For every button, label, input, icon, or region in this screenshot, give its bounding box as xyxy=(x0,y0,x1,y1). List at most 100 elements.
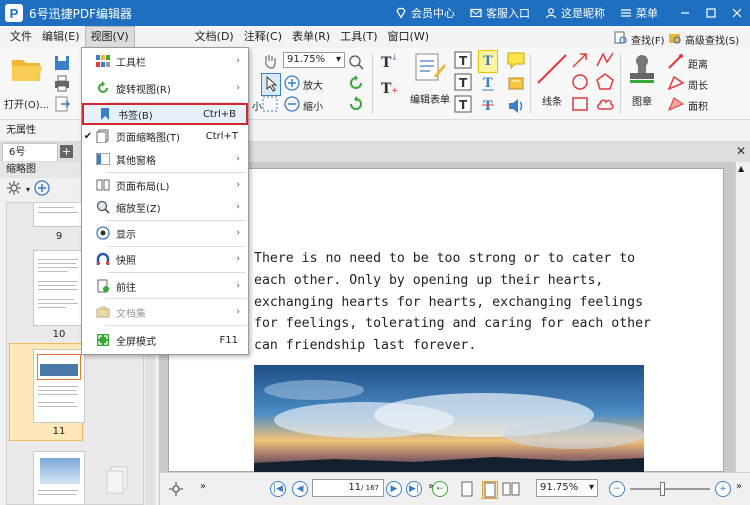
open-button[interactable]: 打开(O)... xyxy=(4,54,49,111)
rotate-left-icon[interactable] xyxy=(348,75,364,94)
polyline-shape-icon[interactable] xyxy=(595,50,615,73)
double-chevron-icon[interactable]: » xyxy=(200,481,206,492)
view-menu-rotate[interactable]: 旋转视图(R) › xyxy=(82,77,248,99)
menu-form[interactable]: 表单(R) xyxy=(287,26,335,48)
menu-item-label: 其他窗格 xyxy=(116,155,156,167)
new-tab-button[interactable]: + xyxy=(60,145,73,158)
distance-button[interactable]: 距离 xyxy=(667,54,708,73)
close-tab-icon[interactable]: ✕ xyxy=(736,144,746,158)
text-field-3-icon[interactable]: T xyxy=(453,94,473,117)
double-chevron-3-icon[interactable]: » xyxy=(736,481,742,492)
main-menu-link[interactable]: 菜单 xyxy=(619,5,658,21)
attach-icon[interactable] xyxy=(506,74,526,97)
text-tool-icon[interactable]: T ↓ xyxy=(378,52,400,75)
zoom-select-icon[interactable] xyxy=(261,95,279,116)
status-zoom-select[interactable]: 91.75% ▾ xyxy=(536,479,598,497)
facing-view-icon[interactable] xyxy=(502,481,520,497)
close-button[interactable] xyxy=(724,0,750,26)
area-button[interactable]: 面积 xyxy=(667,96,708,115)
rotate-right-icon[interactable] xyxy=(348,96,364,115)
chevron-down-icon[interactable]: ▾ xyxy=(26,185,30,194)
arrow-shape-icon[interactable] xyxy=(570,50,590,73)
zoom-slider-thumb[interactable] xyxy=(660,482,665,496)
pdf-page[interactable]: There is no need to be too strong or to … xyxy=(168,168,724,473)
hand-tool-icon[interactable] xyxy=(261,52,279,73)
view-menu-display[interactable]: 显示 › xyxy=(82,222,248,244)
page-number-input[interactable]: 11/ 167 xyxy=(312,479,384,497)
snapshot-icon[interactable] xyxy=(348,54,364,73)
last-page-button[interactable]: ▶| xyxy=(406,481,422,497)
highlight-text-icon[interactable]: T xyxy=(478,50,498,73)
menu-document[interactable]: 文档(D) xyxy=(190,26,239,48)
document-tab[interactable]: 6号 xyxy=(2,143,58,161)
text-field-2-icon[interactable]: T xyxy=(453,72,473,95)
underline-text-icon[interactable]: T xyxy=(479,74,497,95)
menu-file[interactable]: 文件 xyxy=(5,26,37,48)
service-link[interactable]: 客服入口 xyxy=(469,5,530,21)
thumbnail-page-selected[interactable] xyxy=(33,349,85,423)
next-page-button[interactable]: ▶ xyxy=(386,481,402,497)
view-menu-snapshot[interactable]: 快照 › xyxy=(82,248,248,270)
edit-form-button[interactable]: 编辑表单 xyxy=(410,52,450,106)
stamp-button[interactable]: 图章 xyxy=(625,52,659,108)
continuous-view-icon[interactable] xyxy=(482,481,498,499)
thumbnail-zoom-in-icon[interactable] xyxy=(34,179,50,199)
thumbnail-page[interactable] xyxy=(33,203,85,227)
prev-page-button[interactable]: ◀ xyxy=(292,481,308,497)
print-icon[interactable] xyxy=(53,74,71,95)
lines-button[interactable]: 线条 xyxy=(535,52,569,108)
circle-shape-icon[interactable] xyxy=(570,72,590,95)
member-center-link[interactable]: 会员中心 xyxy=(394,5,455,21)
advanced-find-button[interactable]: 高级查找(S) xyxy=(668,31,739,48)
sound-icon[interactable] xyxy=(506,96,526,119)
status-zoom-in-button[interactable]: + xyxy=(715,481,731,497)
menu-tools[interactable]: 工具(T) xyxy=(335,26,382,48)
view-menu-zoom-to[interactable]: 缩放至(Z) › xyxy=(82,196,248,218)
export-icon[interactable] xyxy=(53,95,71,116)
thumbnail-page[interactable] xyxy=(33,250,85,326)
view-menu-toolbar[interactable]: 工具栏 › xyxy=(82,50,248,72)
zoom-select[interactable]: 91.75% ▾ xyxy=(283,52,345,68)
back-button[interactable]: ← xyxy=(432,481,448,497)
find-button[interactable]: 查找(F) xyxy=(614,31,665,48)
view-menu-bookmark[interactable]: 书签(B) Ctrl+B xyxy=(82,103,248,125)
view-menu-page-thumbnails[interactable]: ✔ 页面缩略图(T) Ctrl+T xyxy=(82,125,248,147)
text-field-icon[interactable]: T xyxy=(453,50,473,73)
user-link[interactable]: 这是昵称 xyxy=(544,5,605,21)
thumbnail-page[interactable] xyxy=(33,451,85,504)
zoom-in-button[interactable]: 放大 xyxy=(284,75,323,94)
menu-window[interactable]: 窗口(W) xyxy=(383,26,434,48)
select-tool-icon[interactable] xyxy=(261,73,281,96)
scroll-up-icon[interactable]: ▲ xyxy=(738,164,744,173)
status-zoom-out-button[interactable]: − xyxy=(609,481,625,497)
status-settings-icon[interactable] xyxy=(168,481,184,497)
rectangle-shape-icon[interactable] xyxy=(570,94,590,117)
single-page-view-icon[interactable] xyxy=(460,481,474,497)
pentagon-shape-icon[interactable] xyxy=(595,72,615,95)
document-scrollbar[interactable]: ▲ xyxy=(735,162,750,472)
strikeout-text-icon[interactable]: T xyxy=(479,96,497,117)
textbox-tool-icon[interactable]: T + xyxy=(378,78,400,101)
page-paragraph[interactable]: There is no need to be too strong or to … xyxy=(254,248,674,357)
view-menu-fullscreen[interactable]: 全屏模式 F11 xyxy=(82,329,248,351)
first-page-button[interactable]: |◀ xyxy=(270,481,286,497)
save-icon[interactable] xyxy=(53,54,71,75)
view-menu-page-layout[interactable]: 页面布局(L) › xyxy=(82,174,248,196)
zoom-slider[interactable] xyxy=(630,482,710,496)
zoom-select-value: 91.75% xyxy=(287,54,326,65)
note-icon[interactable] xyxy=(506,50,526,73)
page-image-sky[interactable] xyxy=(254,365,644,473)
view-menu-doc-set[interactable]: 文档集 › xyxy=(82,301,248,323)
view-menu-go-to[interactable]: 前往 › xyxy=(82,275,248,297)
perimeter-button[interactable]: 周长 xyxy=(667,75,708,94)
menu-view[interactable]: 视图(V) xyxy=(84,26,135,48)
cloud-shape-icon[interactable] xyxy=(595,94,615,117)
menu-edit[interactable]: 编辑(E) xyxy=(37,26,85,48)
thumbnail-settings-icon[interactable] xyxy=(6,180,22,199)
zoom-out-button[interactable]: 缩小 xyxy=(284,96,323,115)
minimize-button[interactable] xyxy=(672,0,698,26)
menu-item-label: 书签(B) xyxy=(118,110,153,122)
view-menu-other-panes[interactable]: 其他窗格 › xyxy=(82,148,248,170)
menu-comment[interactable]: 注释(C) xyxy=(239,26,287,48)
maximize-button[interactable] xyxy=(698,0,724,26)
